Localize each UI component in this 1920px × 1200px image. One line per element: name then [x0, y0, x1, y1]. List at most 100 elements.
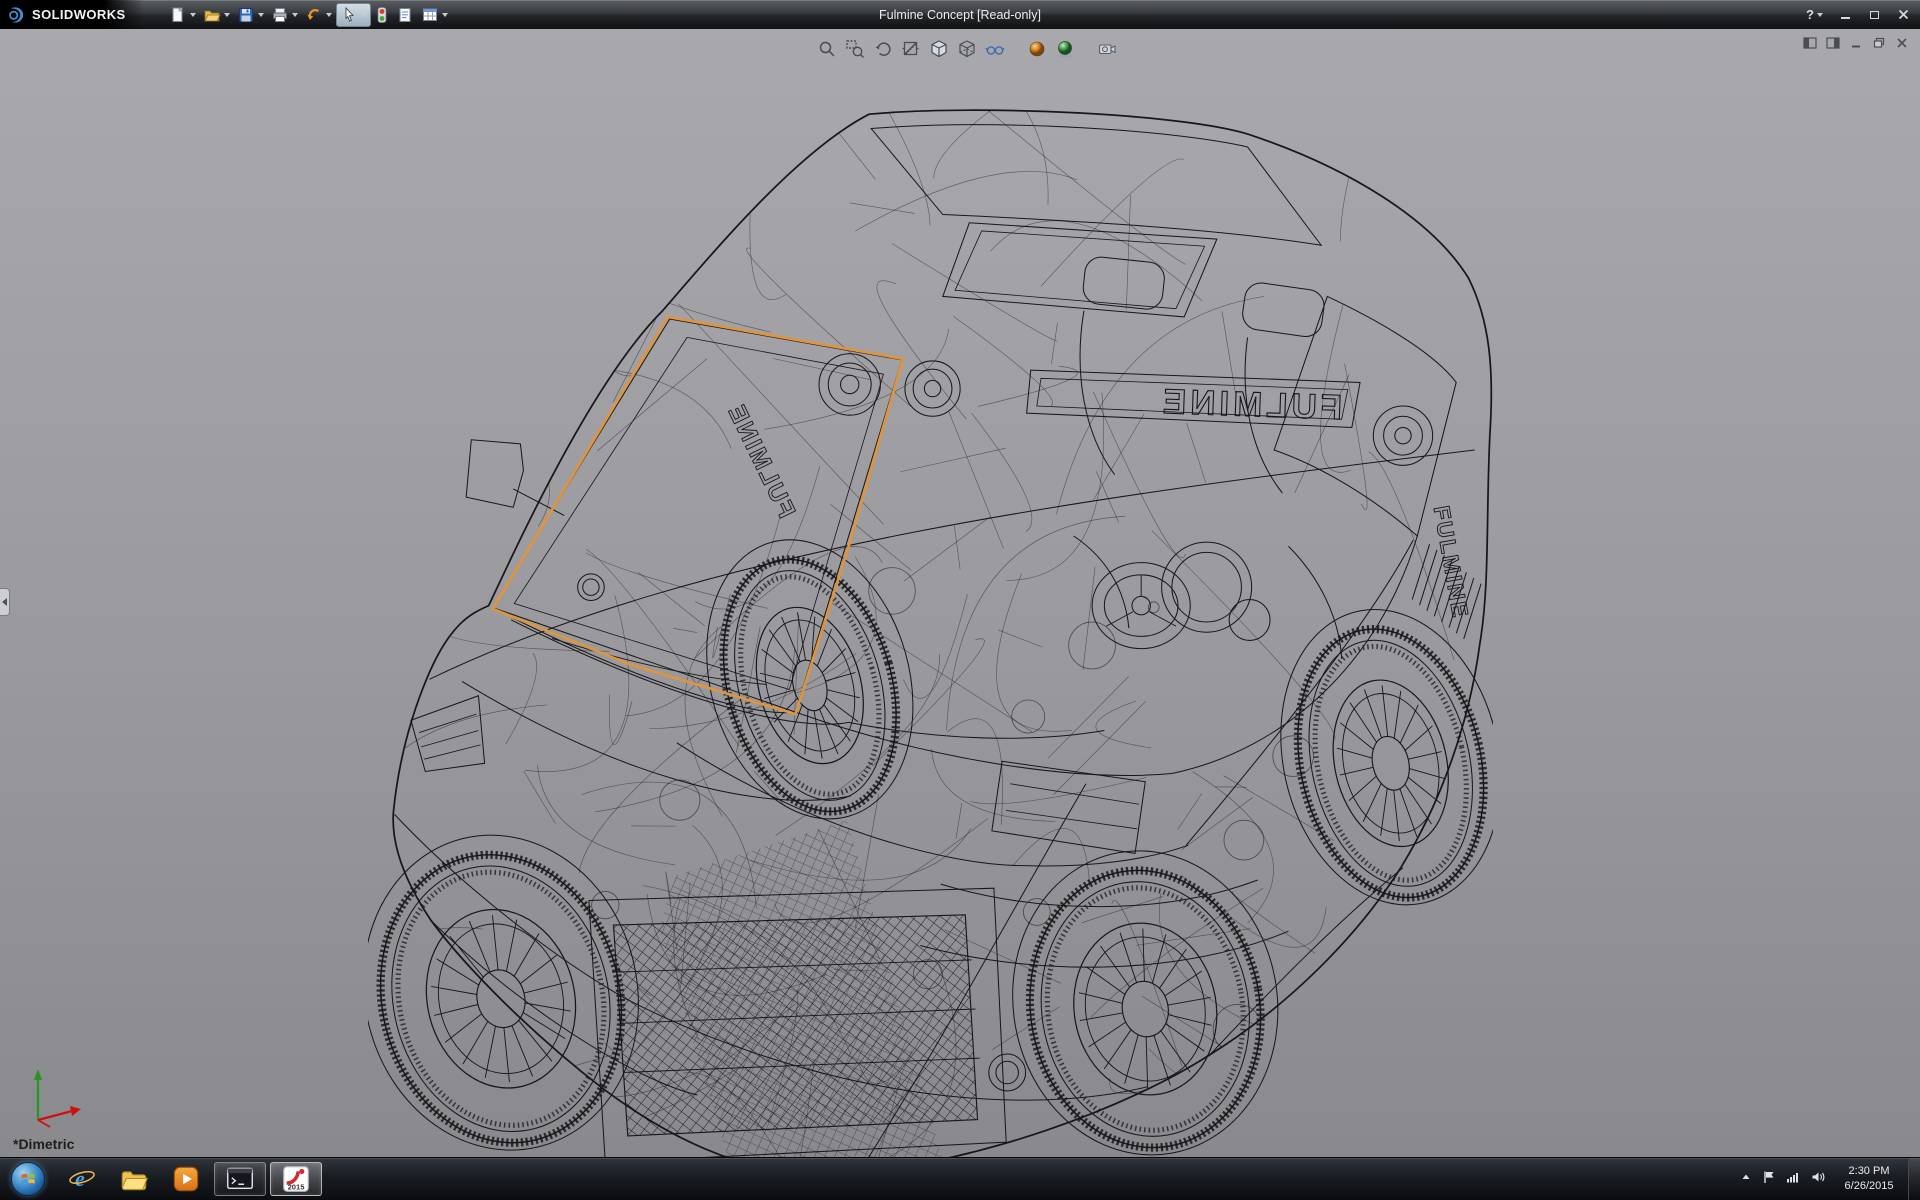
taskbar-command-prompt[interactable]	[214, 1162, 266, 1196]
dropdown-caret-icon[interactable]	[442, 13, 448, 17]
help-menu[interactable]: ?	[1806, 7, 1823, 22]
hidden-icons-arrow-icon	[1740, 1171, 1752, 1183]
heads-up-view-toolbar	[815, 37, 1119, 61]
solidworks-2015-icon: 2015	[282, 1165, 310, 1193]
display-style-cube-icon	[957, 39, 977, 59]
model-badge-front: FULMINE	[1158, 383, 1342, 427]
undo-icon	[305, 6, 323, 24]
zoom-to-fit-icon	[817, 39, 837, 59]
dropdown-caret-icon[interactable]	[190, 13, 196, 17]
file-properties-icon	[396, 6, 414, 24]
maximize-button[interactable]	[1867, 8, 1881, 22]
edit-appearance-button[interactable]	[1025, 37, 1049, 61]
chevron-left-icon	[2, 598, 7, 606]
folder-icon	[120, 1165, 148, 1193]
start-button[interactable]	[0, 1158, 56, 1200]
options-button[interactable]	[418, 3, 451, 27]
hidden-icons-button[interactable]	[1740, 1170, 1752, 1188]
options-table-icon	[421, 6, 439, 24]
document-minimize-button[interactable]	[1848, 36, 1864, 50]
solidworks-brand: SOLIDWORKS	[0, 0, 144, 29]
model-badge-door: FULMINE	[722, 399, 800, 522]
display-style-button[interactable]	[955, 37, 979, 61]
network-button[interactable]	[1786, 1170, 1801, 1189]
print-button[interactable]	[268, 3, 301, 27]
taskbar-windows-explorer[interactable]	[108, 1158, 160, 1200]
dropdown-caret-icon[interactable]	[361, 13, 367, 17]
pane-toggle-right-icon	[1826, 37, 1840, 49]
graphics-area[interactable]: FULMINE FULMINE FULMINE *Dimetric	[0, 29, 1920, 1157]
select-tool-button[interactable]	[336, 3, 371, 27]
appearance-ball-icon	[1027, 39, 1047, 59]
pane-toggle-left-icon	[1803, 37, 1817, 49]
volume-speaker-icon	[1811, 1170, 1826, 1184]
network-bars-icon	[1786, 1170, 1801, 1184]
action-center-button[interactable]	[1762, 1170, 1776, 1189]
hide-show-items-button[interactable]	[983, 37, 1007, 61]
document-close-button[interactable]	[1894, 36, 1910, 50]
solidworks-year-badge: 2015	[288, 1183, 305, 1192]
glasses-icon	[985, 39, 1005, 59]
command-prompt-icon	[226, 1166, 254, 1192]
zoom-to-area-button[interactable]	[843, 37, 867, 61]
taskbar-clock[interactable]: 2:30 PM 6/26/2015	[1836, 1164, 1902, 1194]
close-icon	[1898, 9, 1909, 20]
dropdown-caret-icon[interactable]	[224, 13, 230, 17]
car-wireframe-model[interactable]: FULMINE FULMINE FULMINE	[368, 106, 1493, 1181]
dropdown-caret-icon[interactable]	[1817, 13, 1823, 17]
save-button[interactable]	[234, 3, 267, 27]
view-settings-button[interactable]	[1095, 37, 1119, 61]
document-window-controls	[1802, 36, 1910, 50]
minimize-icon	[1841, 17, 1850, 19]
svg-text:e: e	[75, 1166, 85, 1191]
windows-taskbar: e 2015	[0, 1157, 1920, 1200]
close-button[interactable]	[1896, 8, 1910, 22]
print-icon	[271, 6, 289, 24]
help-label: ?	[1806, 7, 1814, 22]
document-close-icon	[1896, 37, 1908, 49]
file-properties-button[interactable]	[393, 3, 417, 27]
pane-toggle-left-button[interactable]	[1802, 36, 1818, 50]
front-grille-mesh	[613, 817, 977, 1181]
document-restore-icon	[1873, 37, 1885, 49]
dropdown-caret-icon[interactable]	[292, 13, 298, 17]
scene-ball-icon	[1055, 39, 1075, 59]
open-folder-icon	[203, 6, 221, 24]
view-orientation-button[interactable]	[927, 37, 951, 61]
show-desktop-button[interactable]	[1908, 1158, 1920, 1200]
view-settings-camera-icon	[1097, 39, 1117, 59]
model-canvas[interactable]: FULMINE FULMINE FULMINE	[368, 106, 1493, 1181]
reference-triad	[24, 1064, 88, 1130]
media-player-icon	[172, 1165, 200, 1193]
taskbar-internet-explorer[interactable]: e	[56, 1158, 108, 1200]
undo-button[interactable]	[302, 3, 335, 27]
document-minimize-icon	[1850, 37, 1862, 49]
taskbar-media-player[interactable]	[160, 1158, 212, 1200]
window-titlebar[interactable]: SOLIDWORKS	[0, 0, 1920, 29]
open-button[interactable]	[200, 3, 233, 27]
rebuild-button[interactable]	[372, 3, 392, 27]
section-view-button[interactable]	[899, 37, 923, 61]
zoom-to-fit-button[interactable]	[815, 37, 839, 61]
system-tray: 2:30 PM 6/26/2015	[1734, 1158, 1908, 1200]
apply-scene-button[interactable]	[1053, 37, 1077, 61]
dropdown-caret-icon[interactable]	[326, 13, 332, 17]
featuremanager-collapse-tab[interactable]	[0, 588, 10, 616]
taskbar-solidworks[interactable]: 2015	[270, 1162, 322, 1196]
main-toolbar	[166, 3, 451, 27]
volume-button[interactable]	[1811, 1170, 1826, 1189]
action-center-flag-icon	[1762, 1170, 1776, 1184]
windows-start-orb-icon	[11, 1162, 45, 1196]
clock-time: 2:30 PM	[1836, 1164, 1902, 1179]
new-document-button[interactable]	[166, 3, 199, 27]
maximize-icon	[1870, 11, 1879, 19]
section-view-icon	[901, 39, 921, 59]
pane-toggle-right-button[interactable]	[1825, 36, 1841, 50]
new-document-icon	[169, 6, 187, 24]
view-orientation-label: *Dimetric	[13, 1136, 74, 1152]
view-orientation-cube-icon	[929, 39, 949, 59]
dropdown-caret-icon[interactable]	[258, 13, 264, 17]
minimize-button[interactable]	[1838, 8, 1852, 22]
document-restore-button[interactable]	[1871, 36, 1887, 50]
previous-view-button[interactable]	[871, 37, 895, 61]
